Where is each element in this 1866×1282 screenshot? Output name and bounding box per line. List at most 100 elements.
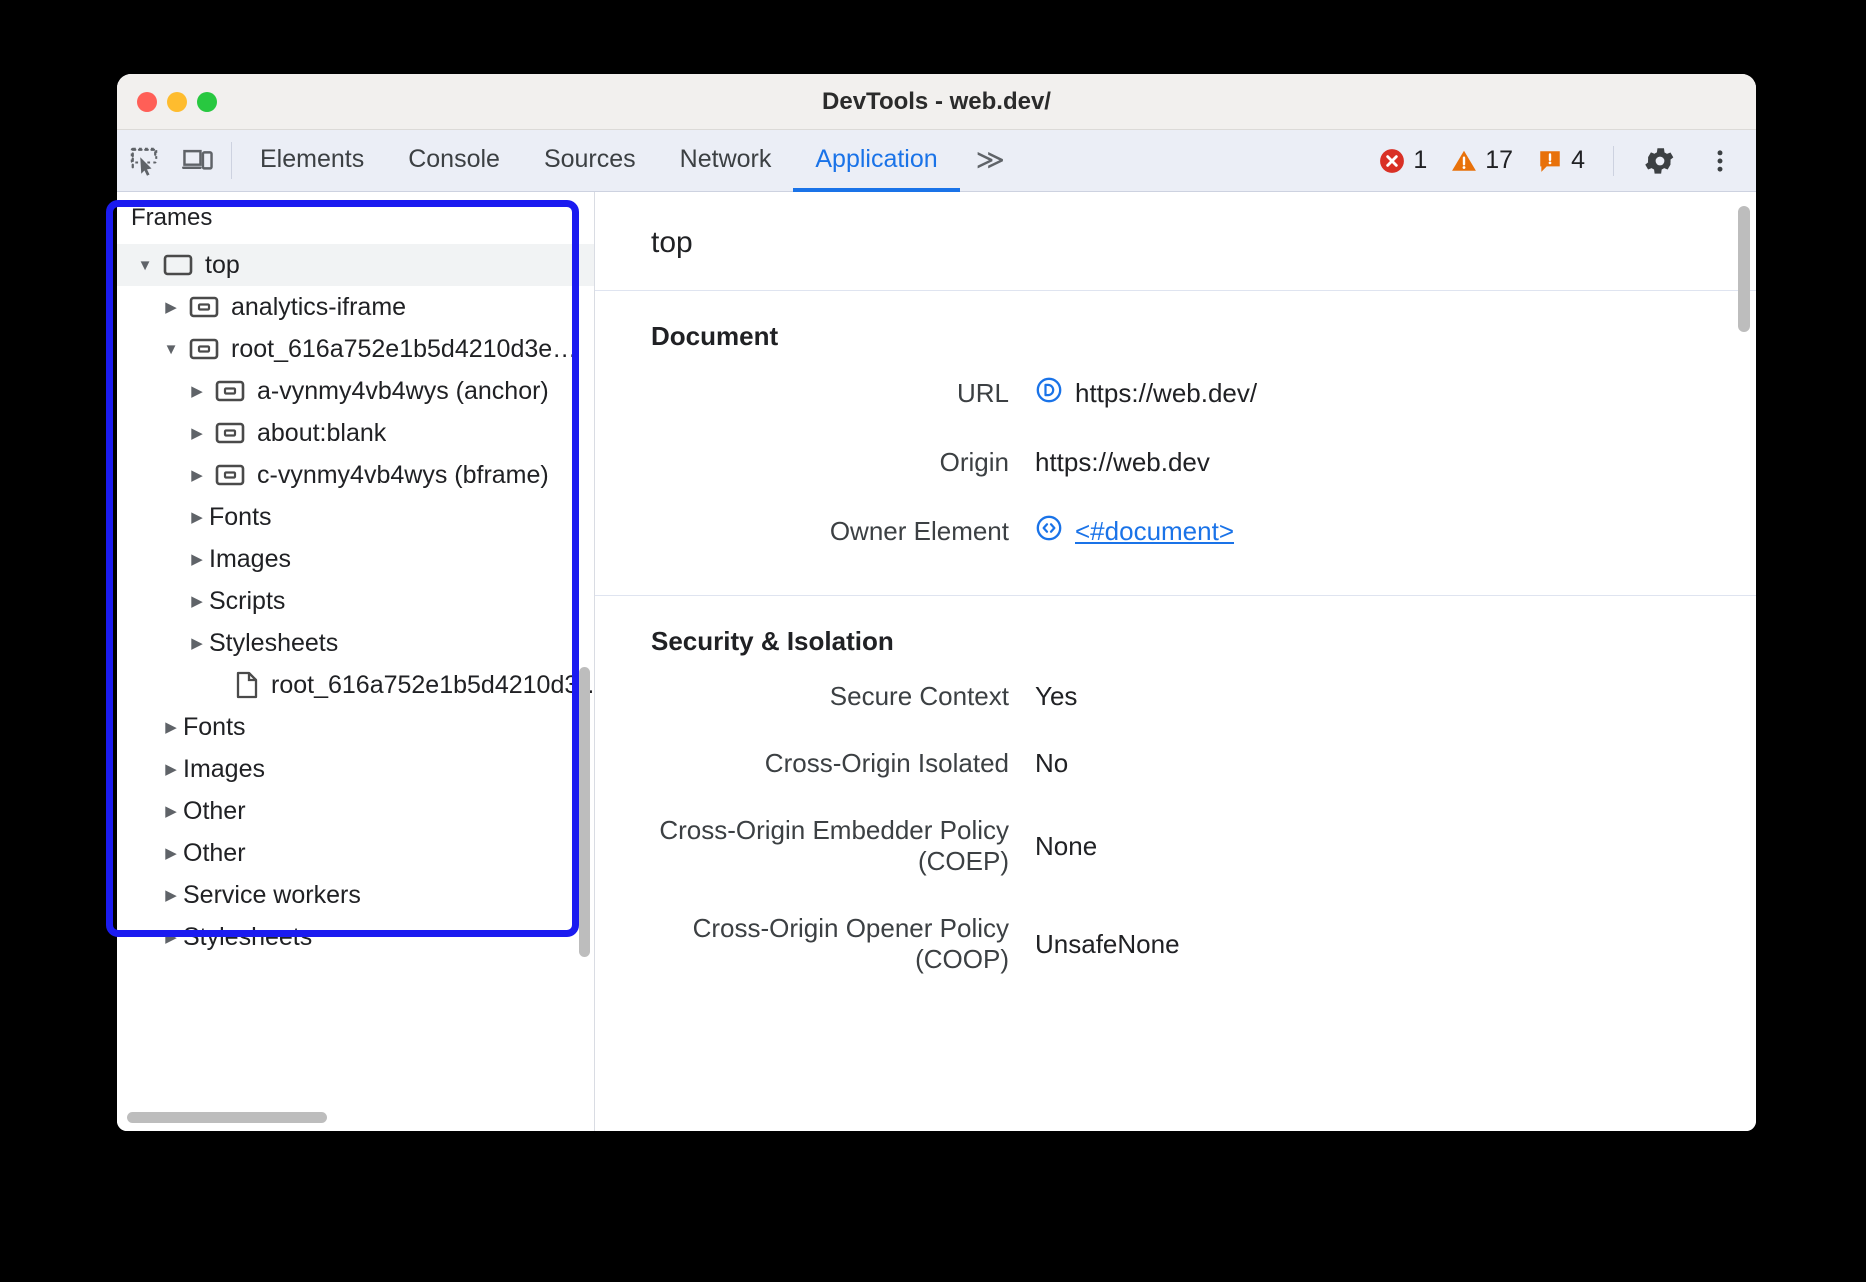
frame-tree-item[interactable]: ▼ top: [117, 244, 594, 286]
frame-tree-item-label: a-vynmy4vb4wys (anchor): [257, 377, 549, 406]
detail-row: Owner Element <#document>: [595, 514, 1756, 549]
chevron-right-icon[interactable]: ▶: [185, 424, 209, 442]
frame-tree-item[interactable]: ▶Scripts: [117, 580, 594, 622]
frame-tree-item[interactable]: ▶Stylesheets: [117, 916, 594, 958]
traffic-lights: [117, 92, 217, 112]
frame-tree-item[interactable]: ▶Other: [117, 790, 594, 832]
frame-tree-item[interactable]: ▶Other: [117, 832, 594, 874]
page-title: top: [595, 192, 1756, 291]
detail-row: Secure ContextYes: [595, 681, 1756, 712]
frame-tree-item-label: top: [205, 251, 240, 280]
detail-row: URLhttps://web.dev/: [595, 376, 1756, 411]
tab-application[interactable]: Application: [793, 131, 959, 192]
frame-tree-item-label: Images: [183, 755, 265, 784]
frame-tree-item-label: Fonts: [209, 503, 272, 532]
detail-value-text: No: [1035, 748, 1068, 779]
frame-tree-item[interactable]: ▶ about:blank: [117, 412, 594, 454]
details-section: Document URLhttps://web.dev/Origin https:/…: [595, 291, 1756, 596]
error-counter[interactable]: 1: [1369, 146, 1437, 175]
detail-row-key: Cross-Origin Opener Policy (COOP): [595, 913, 1035, 975]
frame-tree-item[interactable]: ▶Fonts: [117, 496, 594, 538]
frame-tree-item[interactable]: ▶Images: [117, 538, 594, 580]
frames-sidebar: Frames ▼top▶analytics-iframe▼root_616a75…: [117, 192, 595, 1131]
minimize-window-button[interactable]: [167, 92, 187, 112]
frames-header: Frames: [117, 192, 594, 242]
detail-row-key: Origin: [595, 447, 1035, 478]
frame-tree-item[interactable]: ▶Images: [117, 748, 594, 790]
tab-console[interactable]: Console: [386, 131, 522, 192]
maximize-window-button[interactable]: [197, 92, 217, 112]
window-titlebar: DevTools - web.dev/: [117, 74, 1756, 130]
inspect-element-icon[interactable]: [117, 130, 171, 191]
warning-counter[interactable]: 17: [1441, 146, 1523, 175]
detail-row: Cross-Origin IsolatedNo: [595, 748, 1756, 779]
detail-row-key: Owner Element: [595, 516, 1035, 547]
detail-row-value: https://web.dev/: [1035, 376, 1257, 411]
frame-tree-item-label: Images: [209, 545, 291, 574]
chevron-right-icon[interactable]: ▶: [159, 718, 183, 736]
chevron-right-icon[interactable]: ▶: [159, 760, 183, 778]
toolbar-divider: [231, 142, 232, 179]
detail-row-value: <#document>: [1035, 514, 1234, 549]
detail-value-link[interactable]: <#document>: [1075, 516, 1234, 547]
frame-tree-item-label: about:blank: [257, 419, 386, 448]
warning-icon: [1451, 148, 1477, 174]
sidebar-horizontal-scrollbar[interactable]: [127, 1112, 327, 1123]
chevron-right-icon[interactable]: ▶: [159, 298, 183, 316]
frame-tree-item[interactable]: ▶ analytics-iframe: [117, 286, 594, 328]
details-section: Security & Isolation Secure ContextYes Cro…: [595, 596, 1756, 1021]
kebab-menu-icon[interactable]: [1692, 144, 1748, 178]
detail-value-text: UnsafeNone: [1035, 929, 1180, 960]
tab-network[interactable]: Network: [658, 131, 794, 192]
gear-icon[interactable]: [1632, 144, 1688, 178]
device-toolbar-icon[interactable]: [171, 130, 225, 191]
detail-value-text: Yes: [1035, 681, 1077, 712]
tab-sources[interactable]: Sources: [522, 131, 658, 192]
section-title: Security & Isolation: [595, 626, 1756, 657]
section-title: Document: [595, 321, 1756, 352]
frame-tree-item[interactable]: ▶Stylesheets: [117, 622, 594, 664]
detail-row-value: Yes: [1035, 681, 1077, 712]
frame-tree-item[interactable]: ▶ a-vynmy4vb4wys (anchor): [117, 370, 594, 412]
frames-tree-container: ▼top▶analytics-iframe▼root_616a752e1b5d4…: [117, 242, 594, 1131]
chevron-right-icon[interactable]: ▶: [185, 382, 209, 400]
sidebar-vertical-scrollbar[interactable]: [579, 667, 590, 957]
error-count: 1: [1413, 146, 1427, 175]
main-vertical-scrollbar[interactable]: [1738, 206, 1750, 332]
chevron-right-icon[interactable]: ▶: [159, 886, 183, 904]
info-counter[interactable]: 4: [1527, 146, 1595, 175]
more-tabs-icon[interactable]: ≫: [960, 131, 1018, 192]
frame-tree-item[interactable]: ▶Fonts: [117, 706, 594, 748]
detail-row-value: UnsafeNone: [1035, 929, 1180, 960]
frame-icon: [215, 421, 245, 445]
frame-tree-item[interactable]: ▶Service workers: [117, 874, 594, 916]
frame-tree-item-label: root_616a752e1b5d4210d3…: [271, 671, 594, 700]
detail-value-text: None: [1035, 831, 1097, 862]
frame-icon: [189, 295, 219, 319]
detail-row-value: No: [1035, 748, 1068, 779]
close-window-button[interactable]: [137, 92, 157, 112]
chevron-right-icon[interactable]: ▶: [185, 508, 209, 526]
chevron-right-icon[interactable]: ▶: [159, 928, 183, 946]
chevron-right-icon[interactable]: ▶: [185, 634, 209, 652]
counters-divider: [1613, 146, 1614, 176]
frame-tree-item[interactable]: ▶c-vynmy4vb4wys (bframe): [117, 454, 594, 496]
issue-counters: 1 17 4: [1369, 130, 1756, 191]
chevron-right-icon[interactable]: ▶: [185, 592, 209, 610]
chevron-right-icon[interactable]: ▶: [159, 802, 183, 820]
chevron-right-icon[interactable]: ▶: [185, 550, 209, 568]
detail-row: Cross-Origin Embedder Policy (COEP)None: [595, 815, 1756, 877]
frame-tree-item[interactable]: ▶root_616a752e1b5d4210d3…: [117, 664, 594, 706]
code-badge-icon: [1035, 514, 1063, 549]
detail-row: Cross-Origin Opener Policy (COOP)UnsafeN…: [595, 913, 1756, 975]
chevron-right-icon[interactable]: ▶: [159, 844, 183, 862]
chevron-right-icon[interactable]: ▶: [185, 466, 209, 484]
devtools-body: Frames ▼top▶analytics-iframe▼root_616a75…: [117, 192, 1756, 1131]
frame-tree-item[interactable]: ▼root_616a752e1b5d4210d3e…: [117, 328, 594, 370]
chevron-down-icon[interactable]: ▼: [159, 341, 183, 358]
chevron-down-icon[interactable]: ▼: [133, 257, 157, 274]
window-title: DevTools - web.dev/: [117, 88, 1756, 116]
frame-tree-item-label: analytics-iframe: [231, 293, 406, 322]
issue-icon: [1537, 148, 1563, 174]
tab-elements[interactable]: Elements: [238, 131, 386, 192]
